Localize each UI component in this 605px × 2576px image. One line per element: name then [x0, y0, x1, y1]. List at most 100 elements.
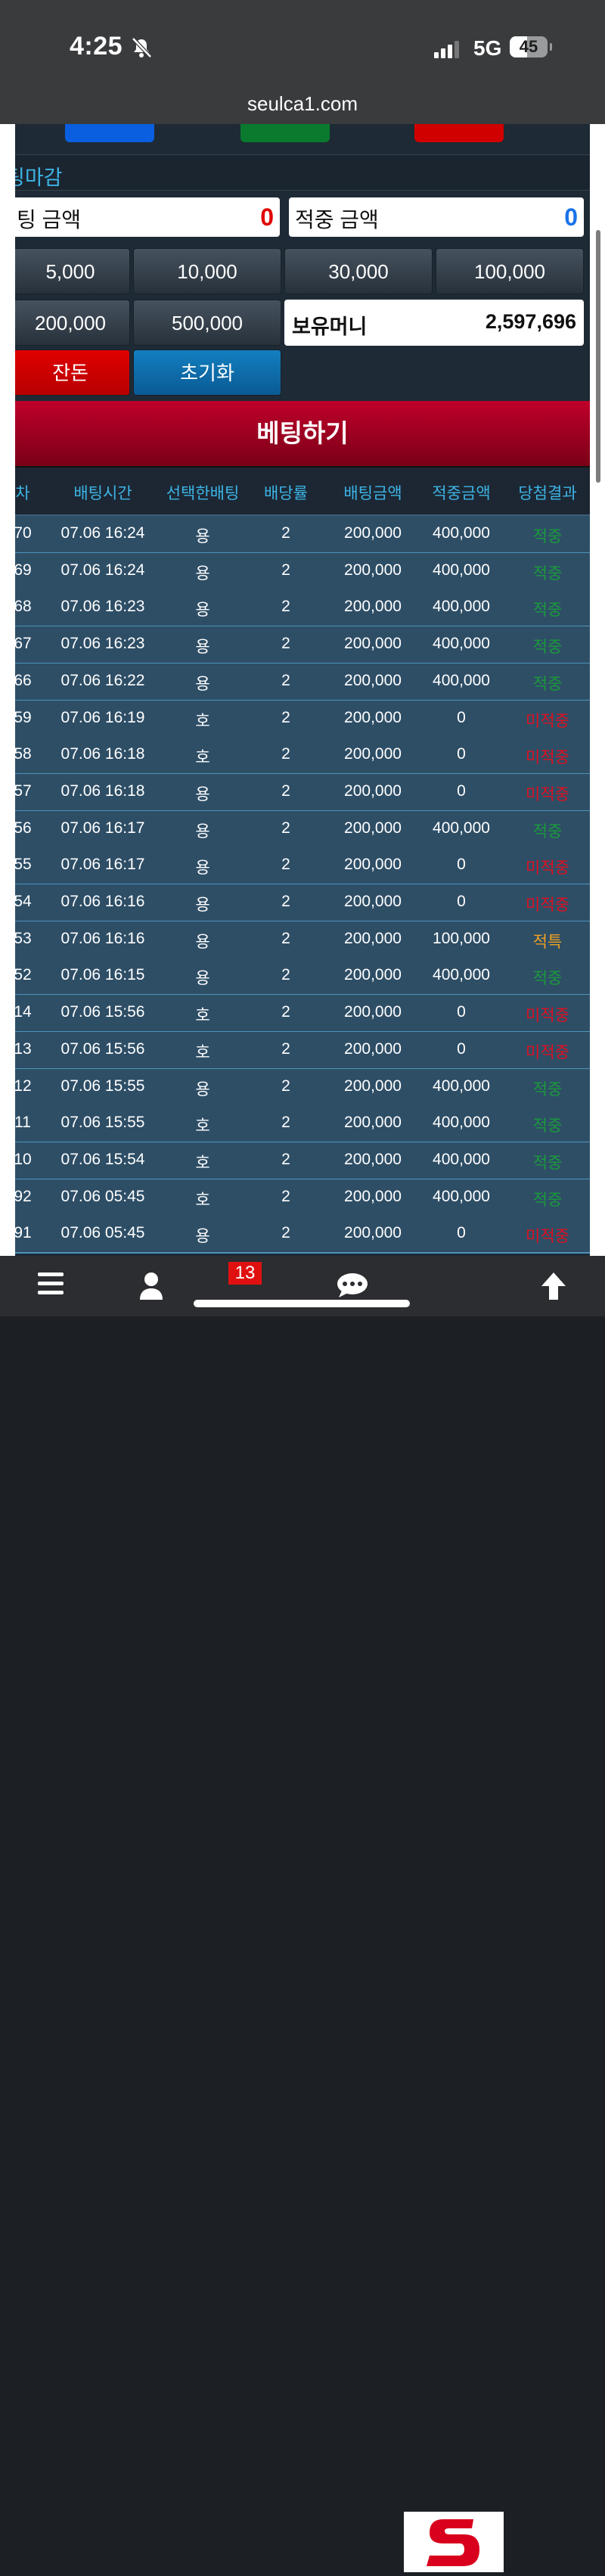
cell-result: 적중	[532, 1191, 563, 1209]
cell-win-amount: 400,000	[433, 598, 490, 616]
cell-odds: 2	[281, 1077, 290, 1095]
cell-selection: 호	[195, 1007, 210, 1025]
win-amount-label: 적중 금액	[295, 208, 379, 231]
table-row: 59 07.06 16:19 호 2 200,000 0 미적중	[0, 700, 605, 738]
table-row: 12 07.06 15:55 용 2 200,000 400,000 적중	[0, 1068, 605, 1107]
cell-win-amount: 0	[457, 782, 466, 800]
cell-result: 적중	[532, 822, 563, 841]
top-bet-button-1[interactable]	[65, 124, 154, 142]
cell-odds: 2	[281, 745, 290, 763]
cell-bet-time: 07.06 15:54	[60, 1150, 145, 1168]
cell-selection: 호	[195, 1117, 210, 1136]
cell-result: 미적중	[526, 749, 569, 767]
cell-selection: 용	[195, 859, 210, 878]
cell-bet-amount: 200,000	[344, 929, 402, 947]
cell-selection: 용	[195, 564, 210, 583]
table-row: 11 07.06 15:55 호 2 200,000 400,000 적중	[0, 1105, 605, 1144]
betting-panel: 팅마감 팅 금액 0 적중 금액 0 5,000 10,000 30,000 1…	[0, 124, 605, 1256]
cell-selection: 용	[195, 933, 210, 951]
cell-result: 미적중	[526, 1228, 569, 1246]
signal-icon	[434, 41, 461, 58]
cell-result: 적특	[532, 933, 563, 951]
cell-bet-time: 07.06 05:45	[60, 1187, 145, 1205]
cell-selection: 용	[195, 822, 210, 841]
table-row: 69 07.06 16:24 용 2 200,000 400,000 적중	[0, 552, 605, 591]
balance-value: 2,597,696	[485, 310, 576, 333]
cell-result: 미적중	[526, 1043, 569, 1061]
header-bet-time: 배팅시간	[73, 485, 132, 502]
cell-bet-time: 07.06 16:15	[60, 966, 145, 984]
table-row: 54 07.06 16:16 용 2 200,000 0 미적중	[0, 884, 605, 922]
site-logo[interactable]	[404, 2512, 504, 2572]
cell-win-amount: 400,000	[433, 1187, 490, 1205]
cell-bet-amount: 200,000	[344, 1150, 402, 1168]
chip-100000-button[interactable]: 100,000	[436, 248, 584, 294]
chip-200000-button[interactable]: 200,000	[11, 300, 130, 346]
cell-bet-amount: 200,000	[344, 1077, 402, 1095]
cell-bet-time: 07.06 16:16	[60, 929, 145, 947]
table-row: 67 07.06 16:23 용 2 200,000 400,000 적중	[0, 626, 605, 665]
cell-win-amount: 400,000	[433, 819, 490, 837]
scroll-top-icon[interactable]	[538, 1269, 569, 1303]
cell-result: 적중	[532, 1080, 563, 1098]
table-row: 52 07.06 16:15 용 2 200,000 400,000 적중	[0, 958, 605, 996]
notification-badge: 13	[228, 1262, 262, 1285]
cell-odds: 2	[281, 856, 290, 874]
network-type: 5G	[473, 36, 502, 60]
cell-win-amount: 0	[457, 1003, 466, 1021]
url-bar[interactable]: seulca1.com	[0, 83, 605, 124]
bet-amount-label: 팅 금액	[17, 208, 82, 231]
header-win-amount: 적중금액	[432, 485, 491, 502]
menu-icon[interactable]	[38, 1272, 64, 1300]
change-button[interactable]: 잔돈	[11, 350, 130, 396]
cell-odds: 2	[281, 1187, 290, 1205]
top-bet-button-2[interactable]	[240, 124, 330, 142]
scrollbar[interactable]	[596, 230, 600, 483]
table-row: 58 07.06 16:18 호 2 200,000 0 미적중	[0, 737, 605, 775]
cell-bet-time: 07.06 15:55	[60, 1114, 145, 1132]
cell-result: 적중	[532, 1154, 563, 1172]
win-amount-box: 적중 금액 0	[289, 197, 584, 237]
cell-win-amount: 400,000	[433, 966, 490, 984]
cell-odds: 2	[281, 782, 290, 800]
cell-bet-amount: 200,000	[344, 819, 402, 837]
cell-result: 적중	[532, 639, 563, 657]
chat-icon[interactable]	[336, 1272, 369, 1298]
cell-bet-amount: 200,000	[344, 856, 402, 874]
reset-button[interactable]: 초기화	[133, 350, 281, 396]
logo-s-icon	[427, 2519, 479, 2566]
header-selection: 선택한배팅	[166, 485, 240, 502]
cell-bet-time: 07.06 16:22	[60, 671, 145, 689]
cell-odds: 2	[281, 966, 290, 984]
cell-selection: 용	[195, 1080, 210, 1098]
table-row: 57 07.06 16:18 용 2 200,000 0 미적중	[0, 773, 605, 812]
chip-500000-button[interactable]: 500,000	[133, 300, 281, 346]
cell-bet-amount: 200,000	[344, 745, 402, 763]
chip-10000-button[interactable]: 10,000	[133, 248, 281, 294]
chip-5000-button[interactable]: 5,000	[11, 248, 130, 294]
cell-bet-time: 07.06 16:16	[60, 893, 145, 910]
table-row: 91 07.06 05:45 용 2 200,000 0 미적중	[0, 1216, 605, 1254]
chip-30000-button[interactable]: 30,000	[284, 248, 433, 294]
cell-bet-time: 07.06 15:55	[60, 1077, 145, 1095]
place-bet-button[interactable]: 베팅하기	[0, 401, 605, 468]
left-edge	[0, 124, 15, 1256]
cell-win-amount: 0	[457, 1224, 466, 1242]
cell-result: 미적중	[526, 896, 569, 914]
cell-result: 적중	[532, 1117, 563, 1136]
table-row: 13 07.06 15:56 호 2 200,000 0 미적중	[0, 1031, 605, 1070]
cell-bet-time: 07.06 16:24	[60, 524, 145, 542]
cell-win-amount: 400,000	[433, 635, 490, 653]
top-bet-button-3[interactable]	[414, 124, 504, 142]
cell-bet-time: 07.06 16:18	[60, 745, 145, 763]
table-row: 53 07.06 16:16 용 2 200,000 100,000 적특	[0, 921, 605, 959]
cell-result: 적중	[532, 564, 563, 583]
cell-odds: 2	[281, 1039, 290, 1058]
table-row: 55 07.06 16:17 용 2 200,000 0 미적중	[0, 847, 605, 886]
user-icon[interactable]	[138, 1271, 165, 1301]
status-bar: 4:25 5G 45	[0, 0, 605, 83]
cell-bet-amount: 200,000	[344, 782, 402, 800]
header-odds: 배당률	[264, 485, 308, 502]
cell-win-amount: 0	[457, 893, 466, 910]
cell-odds: 2	[281, 598, 290, 616]
